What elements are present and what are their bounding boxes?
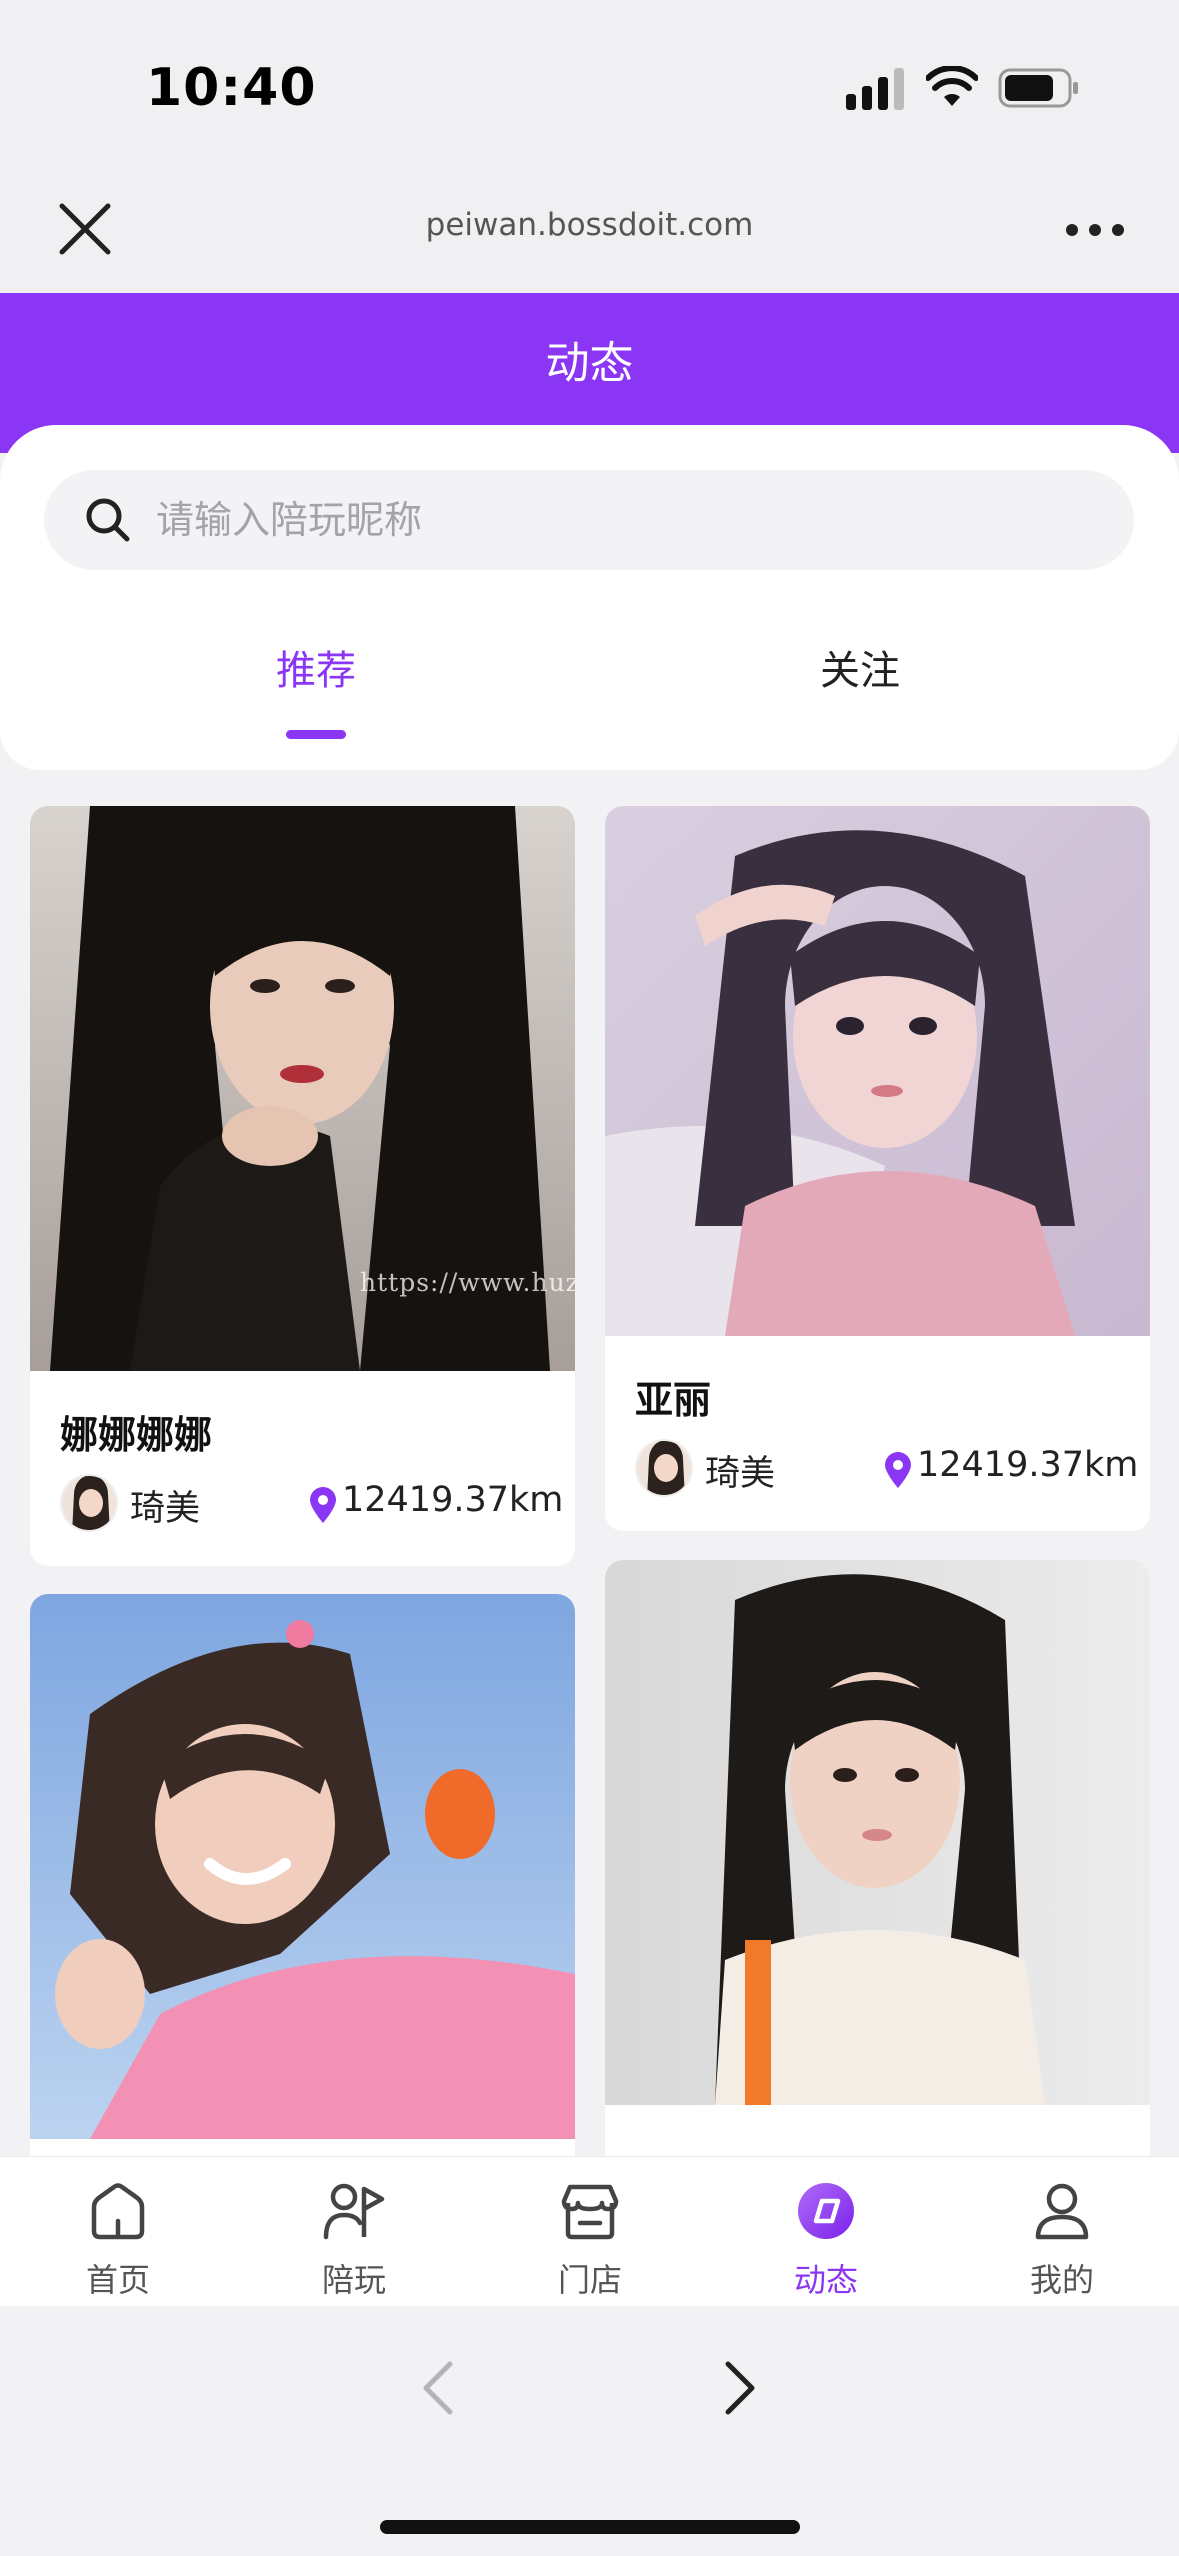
search-box[interactable] bbox=[44, 470, 1134, 570]
signal-icon bbox=[846, 68, 904, 110]
post-title: 亚丽 bbox=[635, 1378, 712, 1422]
nav-label: 门店 bbox=[557, 2261, 622, 2299]
profile-icon bbox=[1035, 2183, 1089, 2240]
tab-follow[interactable]: 关注 bbox=[760, 638, 960, 696]
nav-label: 陪玩 bbox=[321, 2261, 386, 2299]
home-icon bbox=[91, 2183, 145, 2240]
bottom-navigation: 首页 陪玩 门店 动态 我的 bbox=[0, 2156, 1179, 2306]
nav-profile[interactable]: 我的 bbox=[944, 2157, 1179, 2307]
avatar bbox=[635, 1439, 693, 1497]
moments-icon bbox=[798, 2183, 854, 2239]
forward-arrow-icon[interactable] bbox=[718, 2356, 762, 2420]
nav-label: 我的 bbox=[1029, 2261, 1094, 2299]
author-name: 琦美 bbox=[130, 1489, 201, 1529]
nav-label: 动态 bbox=[793, 2261, 858, 2299]
feed-card[interactable] bbox=[605, 1560, 1150, 2156]
post-photo bbox=[30, 1594, 575, 2139]
home-indicator bbox=[380, 2520, 800, 2534]
nav-companion[interactable]: 陪玩 bbox=[236, 2157, 472, 2307]
status-bar: 10:40 bbox=[0, 0, 1179, 165]
location-pin-icon bbox=[885, 1452, 911, 1488]
active-tab-indicator bbox=[286, 730, 346, 739]
nav-label: 首页 bbox=[85, 2261, 150, 2299]
battery-icon bbox=[998, 68, 1078, 108]
browser-navigation bbox=[0, 2306, 1179, 2556]
more-options-icon[interactable] bbox=[1060, 205, 1130, 255]
url-text: peiwan.bossdoit.com bbox=[425, 207, 754, 243]
feed-card[interactable]: 亚丽 琦美 12419.37km bbox=[605, 806, 1150, 1531]
nav-moments[interactable]: 动态 bbox=[708, 2157, 944, 2307]
companion-icon bbox=[323, 2183, 385, 2240]
post-photo bbox=[605, 1560, 1150, 2105]
location-pin-icon bbox=[310, 1487, 336, 1523]
avatar bbox=[60, 1474, 118, 1532]
distance-text: 12419.37km bbox=[342, 1480, 564, 1520]
feed-card[interactable]: https://www.huzhan.com/ishop45282 娜娜娜娜 琦… bbox=[30, 806, 575, 1566]
browser-toolbar: peiwan.bossdoit.com bbox=[0, 165, 1179, 293]
post-photo bbox=[605, 806, 1150, 1336]
watermark: https://www.huzhan.com/ishop45282 bbox=[360, 1268, 575, 1297]
feed-card[interactable] bbox=[30, 1594, 575, 2156]
post-title: 娜娜娜娜 bbox=[60, 1413, 213, 1457]
nav-home[interactable]: 首页 bbox=[0, 2157, 236, 2307]
search-tabs-panel: 推荐 关注 bbox=[0, 425, 1179, 770]
distance-text: 12419.37km bbox=[917, 1445, 1139, 1485]
back-arrow-icon[interactable] bbox=[416, 2356, 460, 2420]
feed-grid: https://www.huzhan.com/ishop45282 娜娜娜娜 琦… bbox=[0, 770, 1179, 2156]
store-icon bbox=[561, 2184, 619, 2240]
nav-store[interactable]: 门店 bbox=[472, 2157, 708, 2307]
page-title: 动态 bbox=[545, 338, 634, 389]
author-name: 琦美 bbox=[705, 1454, 776, 1494]
status-time: 10:40 bbox=[146, 58, 317, 118]
search-icon bbox=[86, 498, 130, 542]
tab-recommend[interactable]: 推荐 bbox=[216, 638, 416, 696]
search-input[interactable] bbox=[156, 490, 1056, 550]
wifi-icon bbox=[926, 66, 978, 106]
